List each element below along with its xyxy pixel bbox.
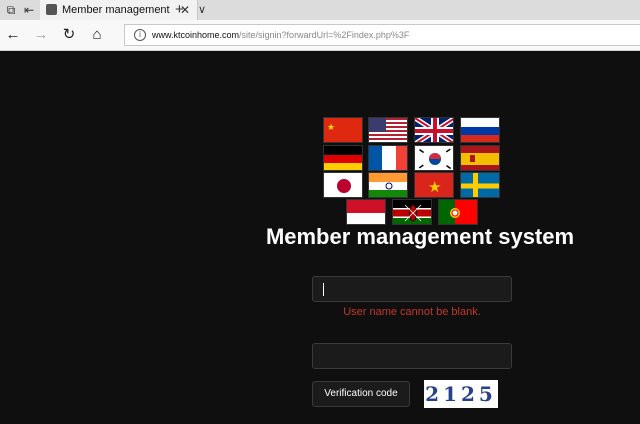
password-input[interactable] <box>312 343 512 369</box>
flag-vietnam-icon[interactable]: ★ <box>414 172 454 198</box>
text-caret <box>323 283 324 296</box>
flag-usa-icon[interactable] <box>368 117 408 143</box>
back-arrow-icon[interactable]: ← <box>4 26 22 44</box>
flag-spain-icon[interactable] <box>460 145 500 171</box>
refresh-icon[interactable]: ↻ <box>60 26 78 44</box>
svg-text:★: ★ <box>327 122 335 132</box>
favicon-icon <box>46 4 57 15</box>
navigation-bar: ← → ↻ ⌂ i www.ktcoinhome.com/site/signin… <box>0 20 640 51</box>
verification-code-input[interactable]: Verification code <box>312 381 410 407</box>
login-page: ★ ★ Member management system User name c… <box>0 51 640 424</box>
forward-arrow-icon[interactable]: → <box>32 26 50 44</box>
flag-kenya-icon[interactable] <box>392 199 432 225</box>
flag-india-icon[interactable] <box>368 172 408 198</box>
flag-portugal-icon[interactable] <box>438 199 478 225</box>
flag-japan-icon[interactable] <box>323 172 363 198</box>
page-title: Member management system <box>265 224 575 249</box>
flag-russia-icon[interactable] <box>460 117 500 143</box>
home-icon[interactable]: ⌂ <box>88 26 106 44</box>
info-icon[interactable]: i <box>134 29 146 41</box>
flag-germany-icon[interactable] <box>323 145 363 171</box>
username-input[interactable] <box>312 276 512 302</box>
chevron-down-icon[interactable]: ∨ <box>198 3 206 17</box>
flag-france-icon[interactable] <box>368 145 408 171</box>
flag-south-korea-icon[interactable] <box>414 145 454 171</box>
tab-actions-icon[interactable]: ⧉ <box>4 3 18 17</box>
captcha-image[interactable]: 2125 <box>424 380 498 408</box>
new-tab-icon[interactable]: + <box>175 2 184 18</box>
set-aside-tabs-icon[interactable]: ⇤ <box>22 3 36 17</box>
flag-indonesia-icon[interactable] <box>346 199 386 225</box>
username-error-message: User name cannot be blank. <box>343 306 481 318</box>
tab-bar: ⧉ ⇤ Member management s ✕ + ∨ <box>0 0 640 20</box>
tab-title: Member management s <box>62 4 172 16</box>
url-text[interactable]: www.ktcoinhome.com/site/signin?forwardUr… <box>152 29 409 41</box>
flag-uk-icon[interactable] <box>414 117 454 143</box>
flag-sweden-icon[interactable] <box>460 172 500 198</box>
flag-china-icon[interactable]: ★ <box>323 117 363 143</box>
address-bar[interactable]: i www.ktcoinhome.com/site/signin?forward… <box>124 24 640 46</box>
svg-text:★: ★ <box>428 179 441 196</box>
